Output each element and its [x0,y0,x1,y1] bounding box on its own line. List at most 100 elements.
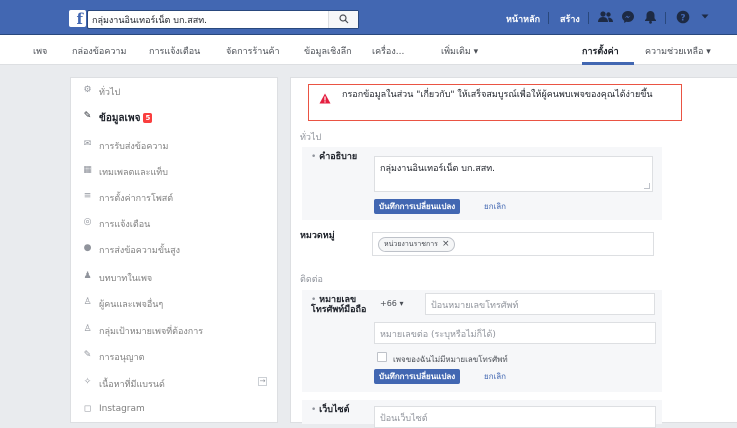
sidebar-item-label: เทมเพลตและแท็บ [99,168,168,178]
sidebar-item-label: การอนุญาต [99,353,145,363]
search-box [87,10,359,29]
caret-down-icon: ▾ [399,299,404,308]
notifications-icon[interactable] [643,10,658,25]
messenger-icon[interactable] [620,10,635,25]
sidebar-item-label: การรับส่งข้อความ [99,142,169,152]
grid-icon: ▦ [83,165,92,175]
phone-input[interactable]: ป้อนหมายเลขโทรศัพท์ [425,293,655,315]
sidebar-item-label: การตั้งค่าการโพสต์ [99,194,174,204]
description-row: • คำอธิบาย กลุ่มงานอินเทอร์เน็ต บก.สสท. … [302,147,662,220]
no-phone-label: เพจของฉันไม่มีหมายเลขโทรศัพท์ [393,355,508,364]
sidebar-item-posting[interactable]: ≡ การตั้งค่าการโพสต์ [71,184,277,211]
external-arrow-icon: → [258,377,267,386]
sidebar-item-label: การส่งข้อความขั้นสูง [99,246,181,256]
tab-shop[interactable]: จัดการร้านค้า [226,44,280,58]
active-tab-indicator [582,62,634,65]
tab-more[interactable]: เพิ่มเติม ▾ [441,44,478,58]
friends-icon[interactable] [598,10,613,25]
nav-divider [588,12,589,24]
cancel-description-link[interactable]: ยกเลิก [484,199,506,214]
category-label: หมวดหมู่ [300,231,335,241]
tab-notifications[interactable]: การแจ้งเตือน [149,44,200,58]
chat-icon: ✉ [83,139,92,149]
sidebar-item-branded-content[interactable]: ✧ เนื้อหาที่มีแบรนด์ → [71,370,277,397]
settings-sidebar: ⚙ ทั่วไป ✎ ข้อมูลเพจ 5 ✉ การรับส่งข้อความ… [70,77,278,423]
sidebar-item-advanced-messaging[interactable]: ● การส่งข้อความขั้นสูง [71,236,277,263]
create-link[interactable]: สร้าง [560,12,580,26]
message-icon: ● [83,243,92,253]
top-navigation-bar: f หน้าหลัก สร้าง ? [0,0,737,35]
search-icon [338,14,348,24]
resize-handle[interactable] [644,183,650,189]
tab-help[interactable]: ความช่วยเหลือ ▾ [645,44,711,58]
pencil-icon: ✎ [83,111,92,121]
gear-icon: ⚙ [83,85,92,95]
bullet: • [311,405,320,415]
sidebar-item-label: ผู้คนและเพจอื่นๆ [99,300,164,310]
handshake-icon: ✧ [83,377,92,387]
sidebar-item-label: เนื้อหาที่มีแบรนด์ [99,380,165,390]
completion-alert: กรอกข้อมูลในส่วน "เกี่ยวกับ" ให้เสร็จสมบ… [308,84,682,121]
warning-icon [319,93,331,104]
cancel-phone-link[interactable]: ยกเลิก [484,369,506,384]
country-code-value: +66 [380,299,397,308]
sidebar-item-label: บทบาทในเพจ [99,274,153,284]
sidebar-item-permissions[interactable]: ✎ การอนุญาต [71,343,277,370]
section-heading-general: ทั่วไป [300,133,322,143]
sidebar-item-messaging[interactable]: ✉ การรับส่งข้อความ [71,132,277,159]
category-chip-label: หน่วยงานราชการ [384,240,438,248]
sidebar-item-notifications[interactable]: ◎ การแจ้งเตือน [71,210,277,237]
sidebar-item-instagram[interactable]: ◻ Instagram [71,397,277,424]
people-icon: ♙ [83,297,92,307]
tab-inbox[interactable]: กล่องข้อความ [72,44,126,58]
website-label: เว็บไซต์ [319,405,350,415]
sidebar-item-people-other-pages[interactable]: ♙ ผู้คนและเพจอื่นๆ [71,290,277,317]
sidebar-item-page-info[interactable]: ✎ ข้อมูลเพจ 5 [71,104,277,131]
tab-insights[interactable]: ข้อมูลเชิงลึก [304,44,352,58]
save-description-button[interactable]: บันทึกการเปลี่ยนแปลง [374,199,461,214]
sidebar-item-label: ข้อมูลเพจ [99,113,141,124]
search-input[interactable] [92,12,322,28]
page-info-panel: กรอกข้อมูลในส่วน "เกี่ยวกับ" ให้เสร็จสมบ… [290,77,737,428]
svg-text:?: ? [680,14,685,24]
wrench-icon: ✎ [83,350,92,360]
sidebar-item-preferred-audience[interactable]: ♙ กลุ่มเป้าหมายเพจที่ต้องการ [71,317,277,344]
category-input[interactable]: หน่วยงานราชการ × [372,232,654,256]
section-heading-contact: ติดต่อ [300,275,323,285]
facebook-logo[interactable]: f [69,10,86,27]
home-link[interactable]: หน้าหลัก [506,12,540,26]
search-button[interactable] [328,11,358,28]
help-icon[interactable]: ? [675,10,690,25]
caret-down-icon[interactable] [697,10,712,25]
sidebar-item-label: ทั่วไป [99,88,121,98]
person-icon: ♟ [83,271,92,281]
save-phone-button[interactable]: บันทึกการเปลี่ยนแปลง [374,369,461,384]
country-code-select[interactable]: +66 ▾ [380,297,403,311]
sidebar-item-page-roles[interactable]: ♟ บทบาทในเพจ [71,264,277,291]
description-value: กลุ่มงานอินเทอร์เน็ต บก.สสท. [380,164,496,174]
tab-page[interactable]: เพจ [33,44,47,58]
category-chip: หน่วยงานราชการ × [378,237,456,252]
extension-input[interactable]: หมายเลขต่อ (ระบุหรือไม่ก็ได้) [374,322,656,344]
nav-divider [665,12,666,24]
instagram-icon: ◻ [83,404,92,414]
audience-icon: ♙ [83,324,92,334]
phone-label: หมายเลขโทรศัพท์มือถือ [311,295,367,315]
website-row: • เว็บไซต์ ป้อนเว็บไซต์ [302,400,662,428]
bullet: • [311,295,320,305]
tab-settings[interactable]: การตั้งค่า [582,44,619,58]
globe-icon: ◎ [83,217,92,227]
sidebar-item-label: กลุ่มเป้าหมายเพจที่ต้องการ [99,327,204,337]
description-label: คำอธิบาย [319,152,358,162]
website-input[interactable]: ป้อนเว็บไซต์ [374,406,656,428]
nav-divider [548,12,549,24]
alert-message: กรอกข้อมูลในส่วน "เกี่ยวกับ" ให้เสร็จสมบ… [342,90,653,100]
no-phone-checkbox[interactable] [377,352,387,362]
tab-tools[interactable]: เครื่อง... [372,44,404,58]
description-textarea[interactable]: กลุ่มงานอินเทอร์เน็ต บก.สสท. [374,156,653,192]
remove-chip-icon[interactable]: × [442,239,450,249]
bullet: • [311,152,320,162]
sidebar-item-general[interactable]: ⚙ ทั่วไป [71,78,277,105]
sidebar-item-templates-tabs[interactable]: ▦ เทมเพลตและแท็บ [71,158,277,185]
list-icon: ≡ [83,191,92,201]
